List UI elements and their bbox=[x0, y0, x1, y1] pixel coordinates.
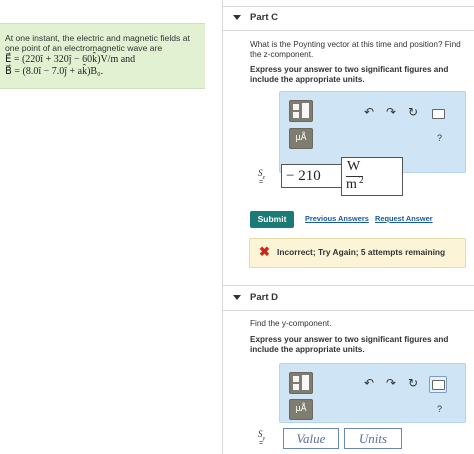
error-x-icon: ✖ bbox=[259, 244, 270, 259]
unit-denominator: m bbox=[346, 177, 357, 192]
part-d-instruction-line-1: Express your answer to two significant f… bbox=[250, 335, 449, 344]
collapse-caret-icon[interactable] bbox=[233, 15, 241, 20]
part-c-question-line-1: What is the Poynting vector at this time… bbox=[250, 40, 461, 49]
electric-field-equation: E⃗ = (220î + 320ĵ − 60k̂)V/m and bbox=[5, 54, 136, 65]
value-input[interactable]: Value bbox=[283, 428, 339, 449]
redo-icon[interactable]: ↷ bbox=[386, 377, 396, 389]
part-c-question-line-2: the z-component. bbox=[250, 50, 314, 59]
redo-icon[interactable]: ↷ bbox=[386, 106, 396, 118]
part-c-instruction-line-2: include the appropriate units. bbox=[250, 75, 365, 84]
keyboard-icon[interactable] bbox=[432, 109, 445, 119]
part-c-top-border bbox=[222, 6, 474, 7]
undo-icon[interactable]: ↶ bbox=[364, 106, 374, 118]
part-d-title[interactable]: Part D bbox=[250, 292, 278, 303]
request-answer-link[interactable]: Request Answer bbox=[375, 214, 433, 223]
part-d-question: Find the y-component. bbox=[250, 319, 332, 328]
unit-numerator: W bbox=[347, 159, 361, 174]
part-d-top-border bbox=[222, 285, 474, 286]
reset-icon[interactable]: ↻ bbox=[408, 377, 418, 389]
reset-icon[interactable]: ↻ bbox=[408, 106, 418, 118]
units-input[interactable]: W m 2 bbox=[341, 157, 403, 196]
part-d-instruction-line-2: include the appropriate units. bbox=[250, 345, 365, 354]
equals-sign: = bbox=[259, 440, 264, 447]
previous-answers-link[interactable]: Previous Answers bbox=[305, 214, 369, 223]
templates-icon[interactable] bbox=[289, 372, 313, 394]
keyboard-button[interactable] bbox=[429, 376, 447, 393]
keyboard-icon bbox=[432, 380, 445, 390]
units-input[interactable]: Units bbox=[344, 428, 402, 449]
part-c-header-border bbox=[222, 30, 474, 31]
feedback-banner: ✖ Incorrect; Try Again; 5 attempts remai… bbox=[249, 238, 466, 268]
units-icon[interactable]: μÅ bbox=[289, 128, 313, 149]
value-input[interactable]: − 210 bbox=[281, 164, 343, 188]
problem-text-line-2: one point of an electromagnetic wave are bbox=[5, 43, 163, 53]
part-d-answer-toolbar: μÅ ↶ ↷ ↻ ? bbox=[279, 363, 466, 423]
part-c-instruction-line-1: Express your answer to two significant f… bbox=[250, 65, 449, 74]
units-icon[interactable]: μÅ bbox=[289, 399, 313, 420]
magnetic-field-equation: B⃗ = (8.0î − 7.0ĵ + ak̂)B₀. bbox=[5, 66, 104, 77]
submit-button[interactable]: Submit bbox=[250, 211, 294, 228]
column-divider bbox=[222, 0, 223, 454]
problem-statement: At one instant, the electric and magneti… bbox=[0, 23, 205, 89]
unit-exponent: 2 bbox=[359, 175, 364, 185]
problem-text-line-1: At one instant, the electric and magneti… bbox=[5, 33, 190, 43]
templates-icon[interactable] bbox=[289, 100, 313, 122]
help-icon[interactable]: ? bbox=[437, 133, 442, 143]
collapse-caret-icon[interactable] bbox=[233, 295, 241, 300]
undo-icon[interactable]: ↶ bbox=[364, 377, 374, 389]
part-c-title[interactable]: Part C bbox=[250, 12, 278, 23]
equals-sign: = bbox=[259, 179, 264, 186]
part-d-header-border bbox=[222, 310, 474, 311]
feedback-text: Incorrect; Try Again; 5 attempts remaini… bbox=[277, 247, 446, 257]
help-icon[interactable]: ? bbox=[437, 404, 442, 414]
